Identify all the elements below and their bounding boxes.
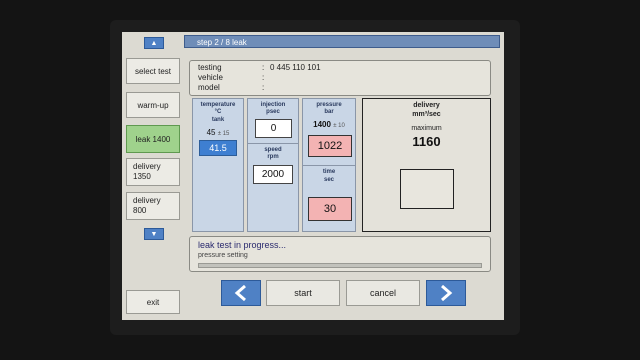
touch-screen: ▲ step 2 / 8 leak select test warm-up le… — [122, 32, 504, 320]
exit-label: exit — [146, 297, 160, 307]
panel-divider — [248, 143, 298, 144]
sidebar-item-label: delivery 800 — [133, 196, 161, 215]
time-title: time — [322, 169, 336, 175]
temperature-setpoint-row: 45 ± 15 — [193, 128, 243, 137]
injection-value[interactable]: 0 — [255, 119, 292, 138]
temperature-panel: temperature °C tank 45 ± 15 41.5 — [192, 98, 244, 232]
sidebar-item-delivery-1350[interactable]: delivery 1350 — [126, 158, 180, 186]
temperature-title: temperature — [200, 102, 236, 108]
speed-value[interactable]: 2000 — [253, 165, 293, 184]
temperature-sublabel: tank — [211, 117, 225, 123]
sidebar-item-leak-1400[interactable]: leak 1400 — [126, 125, 180, 153]
chevron-left-icon — [234, 285, 246, 301]
pressure-title: pressure — [316, 102, 342, 108]
progress-bar — [198, 263, 482, 268]
testing-label: testing — [198, 63, 222, 72]
temperature-value: 41.5 — [199, 140, 237, 156]
colon: : — [262, 63, 265, 72]
pressure-time-panel: pressure bar 1400 ± 10 1022 time sec 30 — [302, 98, 356, 232]
sidebar-item-delivery-800[interactable]: delivery 800 — [126, 192, 180, 220]
start-label: start — [294, 288, 312, 298]
colon: : — [262, 73, 265, 82]
model-row: model : — [198, 83, 264, 93]
forward-button[interactable] — [426, 280, 466, 306]
panel-divider — [303, 165, 355, 166]
testing-row: testing : 0 445 110 101 — [198, 63, 321, 73]
pressure-setpoint-row: 1400 ± 10 — [303, 120, 355, 129]
start-button[interactable]: start — [266, 280, 340, 306]
speed-title: speed — [264, 147, 282, 153]
chevron-right-icon — [441, 285, 453, 301]
temperature-unit: °C — [214, 109, 222, 115]
vehicle-row: vehicle : — [198, 73, 264, 83]
delivery-value-box — [400, 169, 454, 209]
temperature-setpoint: 45 — [206, 128, 216, 137]
cancel-button[interactable]: cancel — [346, 280, 420, 306]
sidebar-item-label: warm-up — [137, 100, 169, 110]
delivery-unit: mm³/sec — [412, 111, 441, 118]
sidebar-item-label: delivery 1350 — [133, 162, 161, 181]
sidebar-down-arrow-icon[interactable]: ▼ — [144, 228, 164, 240]
sidebar-up-arrow-icon[interactable]: ▲ — [144, 37, 164, 49]
temperature-tolerance: ± 15 — [217, 131, 230, 137]
status-message: leak test in progress... — [198, 240, 287, 250]
pressure-value: 1022 — [308, 135, 352, 157]
injection-speed-panel: injection psec 0 speed rpm 2000 — [247, 98, 299, 232]
delivery-panel: delivery mm³/sec maximum 1160 — [362, 98, 491, 232]
exit-button[interactable]: exit — [126, 290, 180, 314]
pressure-setpoint: 1400 — [313, 120, 331, 129]
step-header: step 2 / 8 leak — [184, 35, 500, 48]
back-button[interactable] — [221, 280, 261, 306]
status-panel: leak test in progress... pressure settin… — [189, 236, 491, 272]
speed-unit: rpm — [267, 154, 279, 160]
sidebar-item-label: select test — [134, 66, 171, 76]
injection-title: injection — [260, 102, 286, 108]
colon: : — [262, 83, 265, 92]
delivery-max-value: 1160 — [412, 134, 441, 149]
model-label: model — [198, 83, 220, 92]
delivery-max-label: maximum — [411, 125, 442, 132]
status-substep: pressure setting — [198, 252, 248, 259]
vehicle-label: vehicle — [198, 73, 223, 82]
pressure-tolerance: ± 10 — [333, 123, 345, 129]
time-unit: sec — [323, 177, 334, 183]
sidebar-item-warm-up[interactable]: warm-up — [126, 92, 180, 118]
time-value: 30 — [308, 197, 352, 221]
testing-value: 0 445 110 101 — [270, 63, 321, 72]
injection-unit: psec — [266, 109, 280, 115]
sidebar-item-select-test[interactable]: select test — [126, 58, 180, 84]
vehicle-info-panel: testing : 0 445 110 101 vehicle : model … — [189, 60, 491, 96]
delivery-title: delivery — [413, 102, 440, 109]
cancel-label: cancel — [369, 288, 396, 298]
pressure-unit: bar — [324, 109, 334, 115]
sidebar-item-label: leak 1400 — [135, 134, 171, 144]
